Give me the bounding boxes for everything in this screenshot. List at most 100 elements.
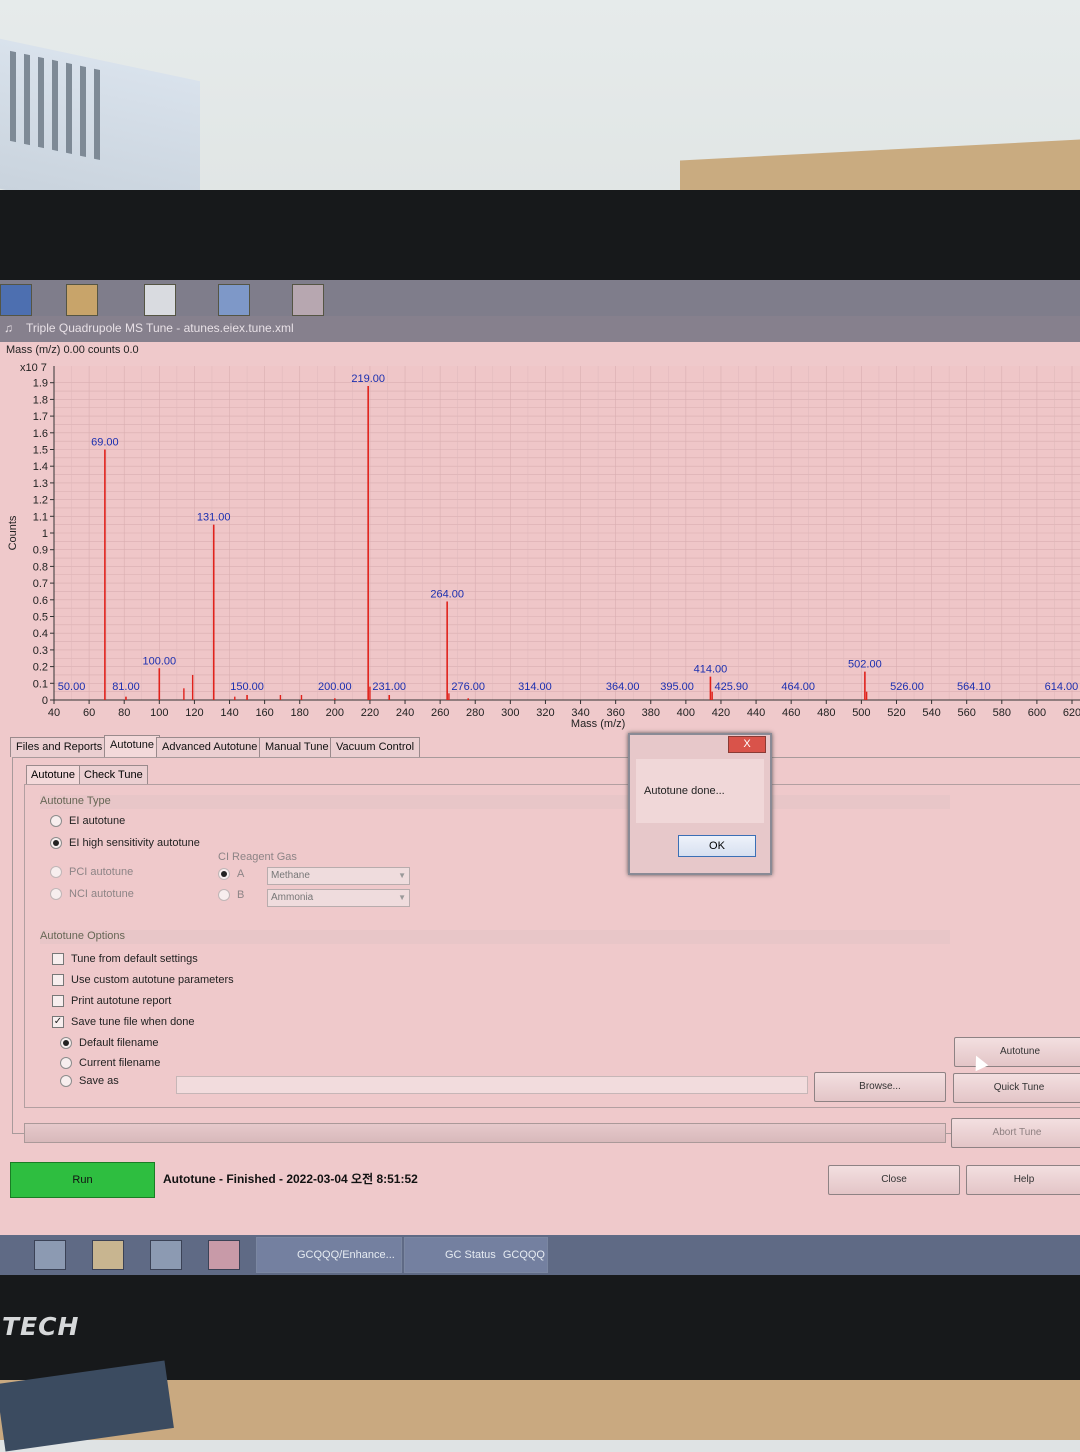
peak-label: 502.00 — [848, 659, 882, 671]
peak-label: 131.00 — [197, 512, 231, 524]
flask-icon[interactable] — [292, 284, 324, 316]
y-tick-label: 0.9 — [33, 545, 48, 557]
tab-autotune[interactable]: Autotune — [104, 735, 161, 757]
radio-save-as[interactable]: Save as — [60, 1075, 119, 1088]
checkbox[interactable] — [52, 974, 64, 987]
y-axis-title: Counts — [7, 515, 19, 550]
checkbox-print-report[interactable]: Print autotune report — [52, 995, 171, 1008]
dialog-close-button[interactable]: X — [728, 736, 766, 753]
chevron-down-icon: ▼ — [398, 893, 406, 902]
radio-button[interactable] — [60, 1057, 72, 1070]
help-button[interactable]: Help — [966, 1165, 1080, 1195]
gas-a-select[interactable]: Methane ▼ — [267, 867, 410, 885]
option-label: Default filename — [79, 1037, 159, 1049]
radio-pci-autotune[interactable]: PCI autotune — [50, 866, 133, 879]
option-label: NCI autotune — [69, 888, 134, 900]
tab-files-and-reports[interactable]: Files and Reports — [10, 737, 109, 757]
x-tick-label: 40 — [48, 707, 60, 719]
y-tick-label: 1.4 — [33, 461, 48, 473]
taskbar-monitor-icon[interactable] — [34, 1240, 66, 1270]
browse-button[interactable]: Browse... — [814, 1072, 946, 1102]
ci-reagent-gas-label: CI Reagent Gas — [218, 851, 297, 863]
checkbox-tune-default[interactable]: Tune from default settings — [52, 953, 198, 966]
y-tick-label: 0 — [42, 695, 48, 707]
tune-report-icon[interactable] — [0, 284, 32, 316]
task-label-2: GCQQQ — [502, 1249, 545, 1261]
radio-gas-a[interactable]: A — [218, 868, 244, 881]
radio-button[interactable] — [218, 889, 230, 902]
peak-label: 464.00 — [781, 681, 815, 693]
taskbar-task-gcqqq-enhance[interactable]: GCQQQ/Enhance... — [256, 1237, 402, 1273]
x-tick-label: 120 — [185, 707, 203, 719]
radio-button[interactable] — [60, 1037, 72, 1050]
x-tick-label: 440 — [747, 707, 765, 719]
peak-label: 414.00 — [694, 664, 728, 676]
spreadsheet-icon[interactable] — [144, 284, 176, 316]
tab-vacuum-control[interactable]: Vacuum Control — [330, 737, 421, 757]
spectrum-chart[interactable]: 0 0.1 0.2 0.3 0.4 0.5 0.6 0.7 0.8 0.9 1 1.1 1.2 1.3 1.… — [0, 360, 1080, 740]
taskbar-tool-icon[interactable] — [208, 1240, 240, 1270]
checkbox-save-tune[interactable]: ✓ Save tune file when done — [52, 1016, 195, 1029]
app-toolbar — [0, 280, 1080, 320]
ok-button[interactable]: OK — [678, 835, 756, 857]
y-tick-label: 0.2 — [33, 662, 48, 674]
radio-ei-high-sensitivity[interactable]: EI high sensitivity autotune — [50, 837, 200, 850]
quick-tune-button[interactable]: Quick Tune — [953, 1073, 1080, 1103]
screen: ♫ Triple Quadrupole MS Tune - atunes.eie… — [0, 280, 1080, 1275]
radio-current-filename[interactable]: Current filename — [60, 1057, 161, 1070]
radio-button[interactable] — [60, 1075, 72, 1088]
radio-button[interactable] — [50, 837, 62, 850]
y-tick-label: 1.8 — [33, 394, 48, 406]
radio-default-filename[interactable]: Default filename — [60, 1037, 159, 1050]
radio-nci-autotune[interactable]: NCI autotune — [50, 888, 134, 901]
peak-label: 395.00 — [660, 681, 694, 693]
run-button[interactable]: Run — [10, 1162, 155, 1198]
peak-label: 150.00 — [230, 681, 264, 693]
option-label: Current filename — [79, 1057, 161, 1069]
checkbox-checked[interactable]: ✓ — [52, 1016, 64, 1029]
x-axis-title: Mass (m/z) — [571, 718, 625, 730]
x-tick-label: 580 — [993, 707, 1011, 719]
x-tick-label: 620 — [1063, 707, 1080, 719]
subtab-check-tune[interactable]: Check Tune — [79, 765, 148, 785]
peak-label: 231.00 — [372, 681, 406, 693]
peak-label: 564.10 — [957, 681, 991, 693]
window-title: Triple Quadrupole MS Tune - atunes.eiex.… — [26, 321, 294, 335]
x-tick-label: 60 — [83, 707, 95, 719]
text-document-icon[interactable] — [218, 284, 250, 316]
checkbox-custom-params[interactable]: Use custom autotune parameters — [52, 974, 234, 987]
x-tick-label: 600 — [1028, 707, 1046, 719]
radio-button[interactable] — [50, 866, 62, 879]
taskbar-task-gc-status[interactable]: GC Status GCQQQ — [404, 1237, 548, 1273]
x-tick-label: 320 — [536, 707, 554, 719]
file-folder-icon[interactable] — [66, 284, 98, 316]
taskbar-chart-icon[interactable] — [150, 1240, 182, 1270]
x-tick-label: 420 — [712, 707, 730, 719]
y-tick-label: 1.6 — [33, 428, 48, 440]
close-button[interactable]: Close — [828, 1165, 960, 1195]
peak-label: 425.90 — [714, 681, 748, 693]
abort-tune-button[interactable]: Abort Tune — [951, 1118, 1080, 1148]
x-tick-label: 240 — [396, 707, 414, 719]
tab-advanced-autotune[interactable]: Advanced Autotune — [156, 737, 264, 757]
radio-button[interactable] — [50, 888, 62, 901]
x-tick-label: 380 — [642, 707, 660, 719]
radio-button[interactable] — [50, 815, 62, 828]
radio-button[interactable] — [218, 868, 230, 881]
y-tick-label: 1.2 — [33, 495, 48, 507]
checkbox[interactable] — [52, 953, 64, 966]
save-as-path-input[interactable] — [176, 1076, 808, 1094]
gas-b-select[interactable]: Ammonia ▼ — [267, 889, 410, 907]
peak-label: 219.00 — [351, 373, 385, 385]
dialog-message: Autotune done... — [644, 785, 725, 797]
y-tick-label: 0.7 — [33, 578, 48, 590]
tab-manual-tune[interactable]: Manual Tune — [259, 737, 335, 757]
taskbar-folder-icon[interactable] — [92, 1240, 124, 1270]
checkbox[interactable] — [52, 995, 64, 1008]
radio-gas-b[interactable]: B — [218, 889, 244, 902]
y-tick-label: 0.8 — [33, 561, 48, 573]
y-tick-label: 1.9 — [33, 378, 48, 390]
x-tick-label: 280 — [466, 707, 484, 719]
radio-ei-autotune[interactable]: EI autotune — [50, 815, 125, 828]
subtab-autotune[interactable]: Autotune — [26, 765, 81, 785]
